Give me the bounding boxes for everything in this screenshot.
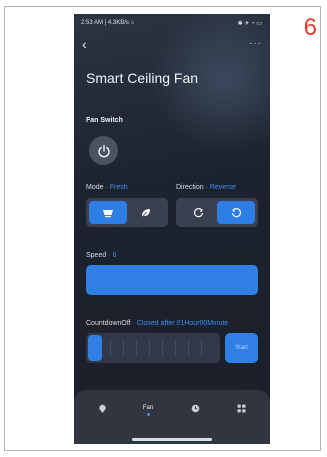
clock-icon <box>191 404 199 413</box>
mode-option-natural[interactable] <box>127 201 165 224</box>
direction-option-forward[interactable] <box>179 201 217 224</box>
grid-icon <box>237 404 245 413</box>
mode-value: · Fresh <box>105 184 128 191</box>
tab-more[interactable] <box>227 404 255 426</box>
phone-screen: 2:53 AM | 4.3KB/s ⌂ ✱ ✈ ◔ ▭ ‹ ··· Smart … <box>74 14 270 444</box>
page-title: Smart Ceiling Fan <box>86 70 199 86</box>
fan-power-button[interactable] <box>89 136 118 165</box>
status-icons: ✱ ✈ ◔ ▭ <box>237 21 262 27</box>
mode-label-text: Mode <box>86 184 104 191</box>
rotate-cw-icon <box>231 208 241 218</box>
bulb-icon <box>98 404 106 413</box>
back-icon[interactable]: ‹ <box>82 36 87 52</box>
countdown-tick <box>175 339 176 357</box>
countdown-start-button[interactable]: Start <box>225 333 258 363</box>
tab-light[interactable] <box>88 404 116 426</box>
countdown-value: · Closed after 01Hour00Minute <box>132 320 229 327</box>
speed-label-text: Speed <box>86 252 107 259</box>
more-options-icon[interactable]: ··· <box>249 38 262 49</box>
direction-label-text: Direction <box>176 184 204 191</box>
direction-selector <box>176 198 258 227</box>
step-number: 6 <box>303 14 317 41</box>
tab-fan[interactable]: Fan <box>134 404 162 426</box>
countdown-tick <box>136 339 137 357</box>
status-time-network: 2:53 AM | 4.3KB/s ⌂ <box>81 20 135 26</box>
countdown-tick <box>149 339 150 357</box>
direction-option-reverse[interactable] <box>217 201 255 224</box>
rotate-ccw-icon <box>193 208 203 218</box>
countdown-slider-fill[interactable] <box>88 335 102 361</box>
countdown-tick <box>110 339 111 357</box>
mode-selector <box>86 198 168 227</box>
fresh-icon <box>103 209 113 217</box>
countdown-label-text: CountdownOff <box>86 320 131 327</box>
countdown-tick <box>201 339 202 357</box>
speed-slider[interactable] <box>86 265 258 295</box>
mode-label: Mode · Fresh <box>86 184 128 191</box>
bottom-tab-bar: Fan <box>74 390 270 444</box>
home-indicator[interactable] <box>132 438 212 441</box>
countdown-slider[interactable] <box>86 333 220 363</box>
countdown-tick <box>123 339 124 357</box>
fan-switch-label: Fan Switch <box>86 117 123 124</box>
countdown-tick <box>162 339 163 357</box>
direction-value: · Reverse <box>205 184 236 191</box>
direction-label: Direction · Reverse <box>176 184 236 191</box>
tab-timer[interactable] <box>181 404 209 426</box>
mode-option-fresh[interactable] <box>89 201 127 224</box>
active-tab-indicator <box>146 413 150 416</box>
countdown-tick <box>188 339 189 357</box>
leaf-icon <box>141 208 150 217</box>
tab-fan-label: Fan <box>142 405 154 411</box>
speed-label: Speed · 6 <box>86 252 116 259</box>
countdown-label: CountdownOff · Closed after 01Hour00Minu… <box>86 320 228 327</box>
speed-value: · 6 <box>108 252 117 259</box>
status-bar: 2:53 AM | 4.3KB/s ⌂ ✱ ✈ ◔ ▭ <box>81 20 262 30</box>
power-icon <box>97 144 110 157</box>
